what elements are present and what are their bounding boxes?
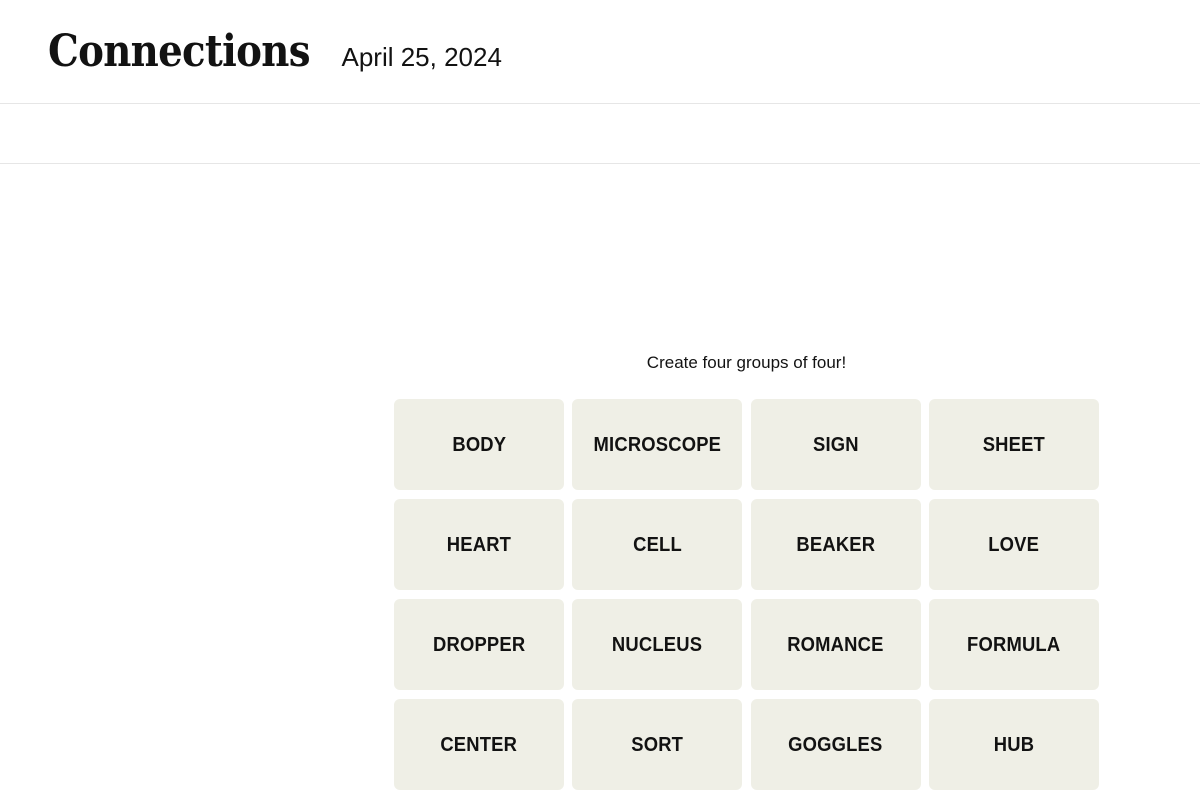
puzzle-tile-label: DROPPER — [432, 633, 526, 656]
puzzle-grid: BODY MICROSCOPE SIGN SHEET HEART CELL BE… — [394, 399, 1099, 790]
puzzle-tile-label: HEART — [446, 533, 512, 556]
puzzle-tile[interactable]: ROMANCE — [750, 599, 921, 690]
puzzle-date: April 25, 2024 — [341, 41, 502, 72]
puzzle-tile[interactable]: GOGGLES — [750, 699, 921, 790]
puzzle-tile[interactable]: SORT — [572, 699, 743, 790]
puzzle-tile[interactable]: SHEET — [928, 399, 1099, 490]
toolbar — [0, 104, 1200, 163]
puzzle-tile-label: FORMULA — [967, 633, 1061, 656]
play-area: Create four groups of four! BODY MICROSC… — [0, 164, 1200, 790]
puzzle-tile-label: CENTER — [440, 733, 518, 756]
puzzle-tile[interactable]: HEART — [394, 499, 564, 590]
puzzle-tile-label: SHEET — [982, 433, 1046, 456]
puzzle-tile-label: BEAKER — [796, 533, 875, 556]
puzzle-tile-label: MICROSCOPE — [593, 433, 722, 456]
puzzle-tile-label: NUCLEUS — [612, 633, 703, 656]
instruction-row: Create four groups of four! — [0, 352, 1200, 374]
puzzle-tile-label: GOGGLES — [788, 733, 883, 756]
puzzle-tile[interactable]: CELL — [572, 499, 743, 590]
puzzle-tile[interactable]: NUCLEUS — [572, 599, 743, 690]
puzzle-tile-label: LOVE — [988, 533, 1040, 556]
puzzle-tile[interactable]: CENTER — [394, 699, 564, 790]
puzzle-tile-label: CELL — [632, 533, 682, 556]
puzzle-tile-label: SORT — [631, 733, 684, 756]
puzzle-tile[interactable]: FORMULA — [928, 599, 1099, 690]
puzzle-tile[interactable]: HUB — [928, 699, 1099, 790]
puzzle-tile-label: SIGN — [812, 433, 859, 456]
puzzle-tile[interactable]: DROPPER — [394, 599, 564, 690]
puzzle-tile[interactable]: BODY — [394, 399, 564, 490]
puzzle-tile[interactable]: SIGN — [750, 399, 921, 490]
puzzle-tile[interactable]: BEAKER — [750, 499, 921, 590]
puzzle-tile[interactable]: LOVE — [928, 499, 1099, 590]
instruction-text: Create four groups of four! — [646, 353, 847, 372]
page-title: Connections — [48, 25, 310, 77]
brand-row: Connections April 25, 2024 — [48, 25, 502, 77]
puzzle-tile-label: ROMANCE — [787, 633, 884, 656]
page-header: Connections April 25, 2024 — [0, 0, 1200, 103]
puzzle-tile-label: BODY — [452, 433, 506, 456]
puzzle-tile[interactable]: MICROSCOPE — [572, 399, 743, 490]
puzzle-tile-label: HUB — [993, 733, 1035, 756]
